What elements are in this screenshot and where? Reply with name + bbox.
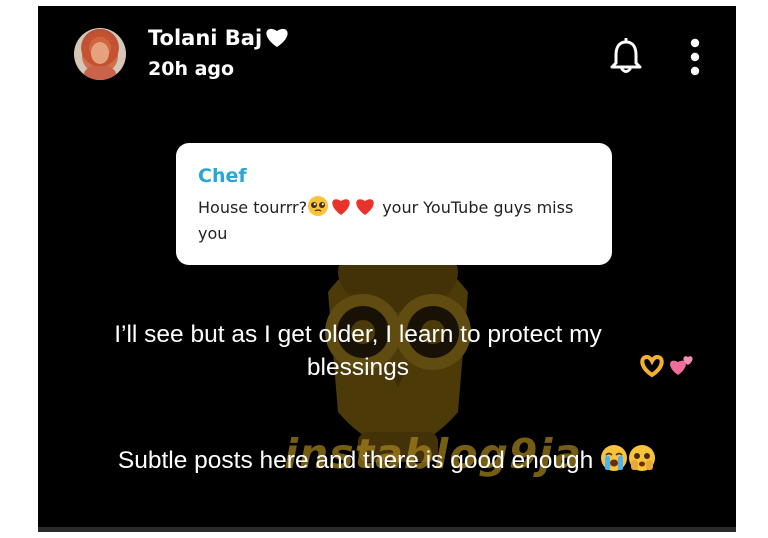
- bottom-edge: [38, 527, 736, 532]
- reply-message: House tourrr? your YouTube guys miss you: [198, 195, 598, 247]
- more-vertical-icon[interactable]: [688, 38, 702, 76]
- reply-author: Chef: [198, 165, 247, 187]
- caption-1-text: I’ll see but as I get older, I learn to …: [114, 321, 602, 381]
- username-text: Tolani Baj: [148, 26, 263, 50]
- avatar[interactable]: [74, 28, 126, 80]
- heart-icon: [356, 199, 374, 215]
- reply-message-part1: House tourrr?: [198, 198, 308, 217]
- caption-2-text: Subtle posts here and there is good enou…: [117, 447, 594, 474]
- post-timestamp: 20h ago: [148, 58, 235, 80]
- reply-card[interactable]: Chef House tourrr? your YouTube guys mis…: [176, 143, 612, 265]
- white-heart-icon: [266, 28, 288, 47]
- heart-icon: [332, 199, 350, 215]
- pleading-face-icon: [308, 196, 329, 216]
- bell-icon[interactable]: [609, 38, 643, 74]
- two-hearts-icon: [670, 356, 693, 375]
- story-caption-2: Subtle posts here and there is good enou…: [38, 444, 736, 477]
- story-caption-1: I’ll see but as I get older, I learn to …: [38, 318, 736, 384]
- loudly-crying-face-icon: [601, 445, 628, 471]
- face-holding-back-tears-icon: [629, 445, 656, 471]
- story-viewer[interactable]: instablog9ja Tolani Baj 20h ago Chef Hou…: [38, 6, 736, 532]
- username[interactable]: Tolani Baj: [148, 26, 290, 50]
- heart-hands-icon: [640, 354, 664, 378]
